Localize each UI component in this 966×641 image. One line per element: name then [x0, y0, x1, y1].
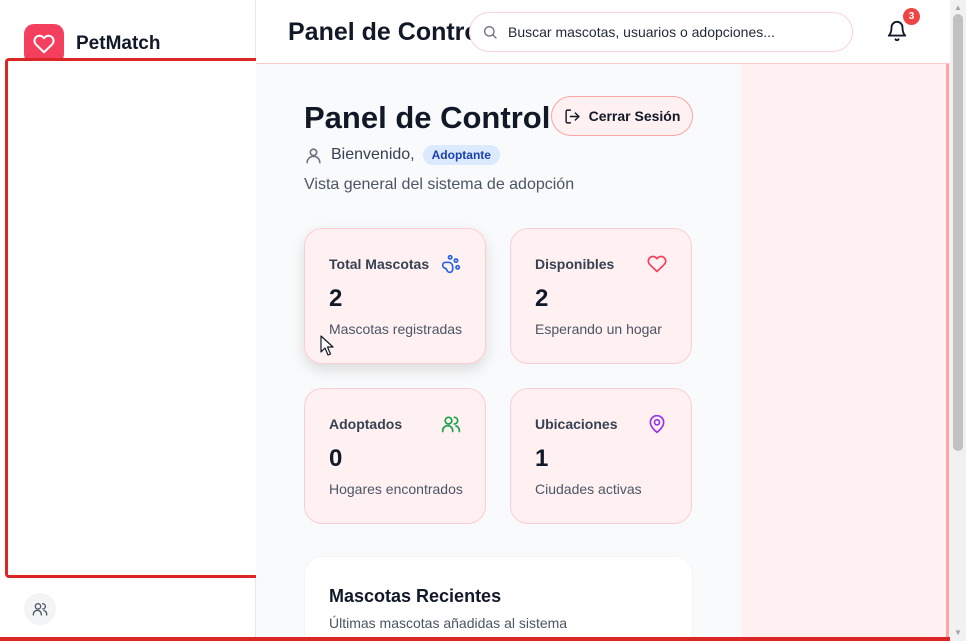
search-input[interactable]: [508, 24, 838, 40]
recent-pets-title: Mascotas Recientes: [329, 586, 502, 606]
stat-caption: Hogares encontrados: [329, 481, 463, 497]
logout-label: Cerrar Sesión: [588, 108, 681, 124]
stat-label: Ubicaciones: [535, 416, 618, 432]
window-border-right: [946, 64, 949, 641]
app-window: PetMatch Panel de Control 3 Panel de Con…: [0, 0, 966, 641]
bell-icon[interactable]: [886, 20, 908, 42]
stat-value: 0: [329, 445, 343, 472]
stat-label: Disponibles: [535, 256, 615, 272]
search-icon: [484, 26, 497, 39]
stat-value: 2: [535, 285, 549, 312]
notification-badge: 3: [903, 8, 920, 25]
recent-pets-card: Mascotas Recientes Últimas mascotas añad…: [304, 556, 693, 641]
page-title: Panel de Control: [304, 100, 551, 135]
stat-value: 1: [535, 445, 549, 472]
sidebar-nav-highlight: [5, 58, 262, 578]
vertical-scrollbar[interactable]: ▲ ▼: [950, 0, 966, 641]
logout-button[interactable]: Cerrar Sesión: [551, 96, 693, 136]
users-icon: [441, 416, 461, 433]
stat-caption: Mascotas registradas: [329, 321, 463, 337]
welcome-row: Bienvenido, Adoptante: [304, 145, 500, 165]
mouse-cursor-icon: [320, 335, 334, 356]
stat-card-adopted[interactable]: Adoptados 0 Hogares encontrados: [304, 388, 486, 524]
logout-icon: [564, 108, 580, 124]
recent-pets-subtitle: Últimas mascotas añadidas al sistema: [329, 615, 568, 631]
stat-card-locations[interactable]: Ubicaciones 1 Ciudades activas: [510, 388, 692, 524]
header-title: Panel de Control: [288, 18, 487, 46]
stat-caption: Ciudades activas: [535, 481, 642, 497]
brand-name: PetMatch: [76, 33, 161, 54]
top-header: Panel de Control 3: [256, 0, 950, 64]
paw-icon: [441, 254, 461, 274]
role-badge: Adoptante: [422, 145, 500, 165]
scroll-down-arrow-icon[interactable]: ▼: [954, 629, 962, 637]
users-avatar-icon[interactable]: [24, 593, 56, 625]
stat-value: 2: [329, 285, 343, 312]
sidebar: PetMatch: [0, 0, 262, 641]
stat-label: Total Mascotas: [329, 256, 430, 272]
page-subtitle: Vista general del sistema de adopción: [304, 176, 575, 193]
right-panel: [741, 64, 950, 641]
scroll-up-arrow-icon[interactable]: ▲: [954, 4, 962, 12]
user-icon: [306, 147, 321, 163]
stat-label: Adoptados: [329, 416, 403, 432]
map-pin-icon: [649, 414, 665, 434]
scrollbar-thumb[interactable]: [953, 14, 963, 451]
search-box[interactable]: [469, 12, 853, 52]
window-border-bottom: [0, 637, 950, 641]
stat-caption: Esperando un hogar: [535, 321, 662, 337]
stat-card-available[interactable]: Disponibles 2 Esperando un hogar: [510, 228, 692, 364]
heart-icon: [647, 255, 667, 273]
welcome-text: Bienvenido,: [331, 146, 415, 163]
